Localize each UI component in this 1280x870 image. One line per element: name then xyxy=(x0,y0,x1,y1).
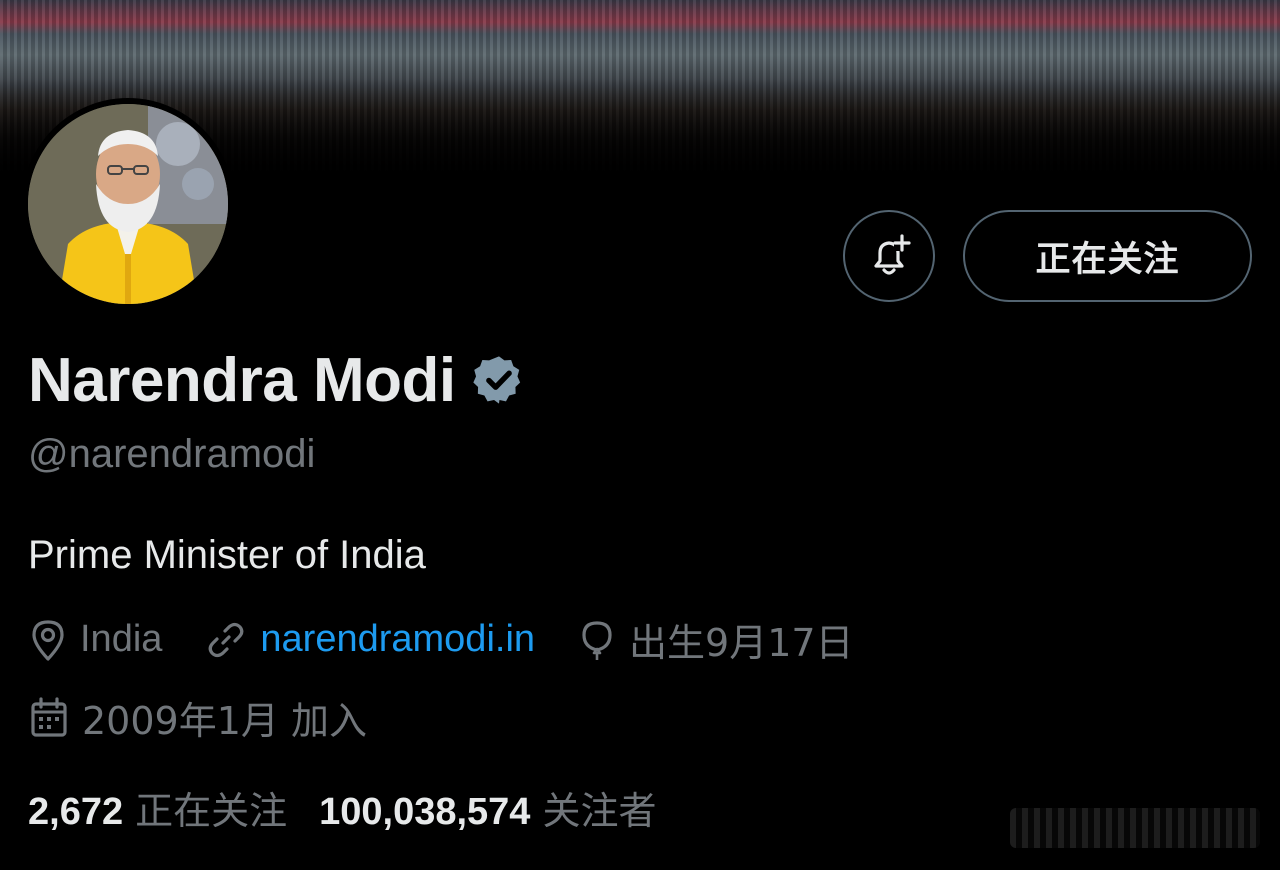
birthday-text: 出生9月17日 xyxy=(629,621,854,665)
joined-text: 2009年1月 加入 xyxy=(82,699,367,743)
avatar-portrait xyxy=(28,104,228,304)
follow-stats: 2,672 正在关注 100,038,574 关注者 xyxy=(28,780,688,835)
balloon-icon xyxy=(582,620,612,660)
following-label: 正在关注 xyxy=(135,789,288,833)
followers-stat[interactable]: 100,038,574 关注者 xyxy=(319,780,656,835)
notifications-button[interactable] xyxy=(843,210,935,302)
profile-meta-row: India narendramodi.in 出生9月17日 xyxy=(28,612,896,667)
birthday-item: 出生9月17日 xyxy=(577,612,854,667)
following-stat[interactable]: 2,672 正在关注 xyxy=(28,780,287,835)
profile-joined-row: 2009年1月 加入 xyxy=(28,690,409,745)
display-name: Narendra Modi xyxy=(28,345,456,415)
avatar[interactable] xyxy=(28,104,228,304)
followers-count: 100,038,574 xyxy=(319,791,531,833)
calendar-icon xyxy=(31,696,67,737)
username-handle: @narendramodi xyxy=(28,432,316,476)
following-count: 2,672 xyxy=(28,791,124,833)
bell-plus-icon xyxy=(874,234,911,275)
watermark-overlay xyxy=(1010,808,1260,848)
website-item[interactable]: narendramodi.in xyxy=(204,618,535,662)
link-icon xyxy=(209,622,244,657)
location-text: India xyxy=(80,618,163,660)
verified-badge-icon[interactable] xyxy=(472,353,526,407)
location-item: India xyxy=(28,618,162,662)
followers-label: 关注者 xyxy=(542,789,657,833)
joined-item: 2009年1月 加入 xyxy=(28,690,367,745)
location-pin-icon xyxy=(32,619,64,661)
profile-bio: Prime Minister of India xyxy=(28,533,426,577)
name-row: Narendra Modi xyxy=(28,340,526,420)
following-button[interactable]: 正在关注 xyxy=(963,210,1252,302)
website-link[interactable]: narendramodi.in xyxy=(260,618,535,661)
